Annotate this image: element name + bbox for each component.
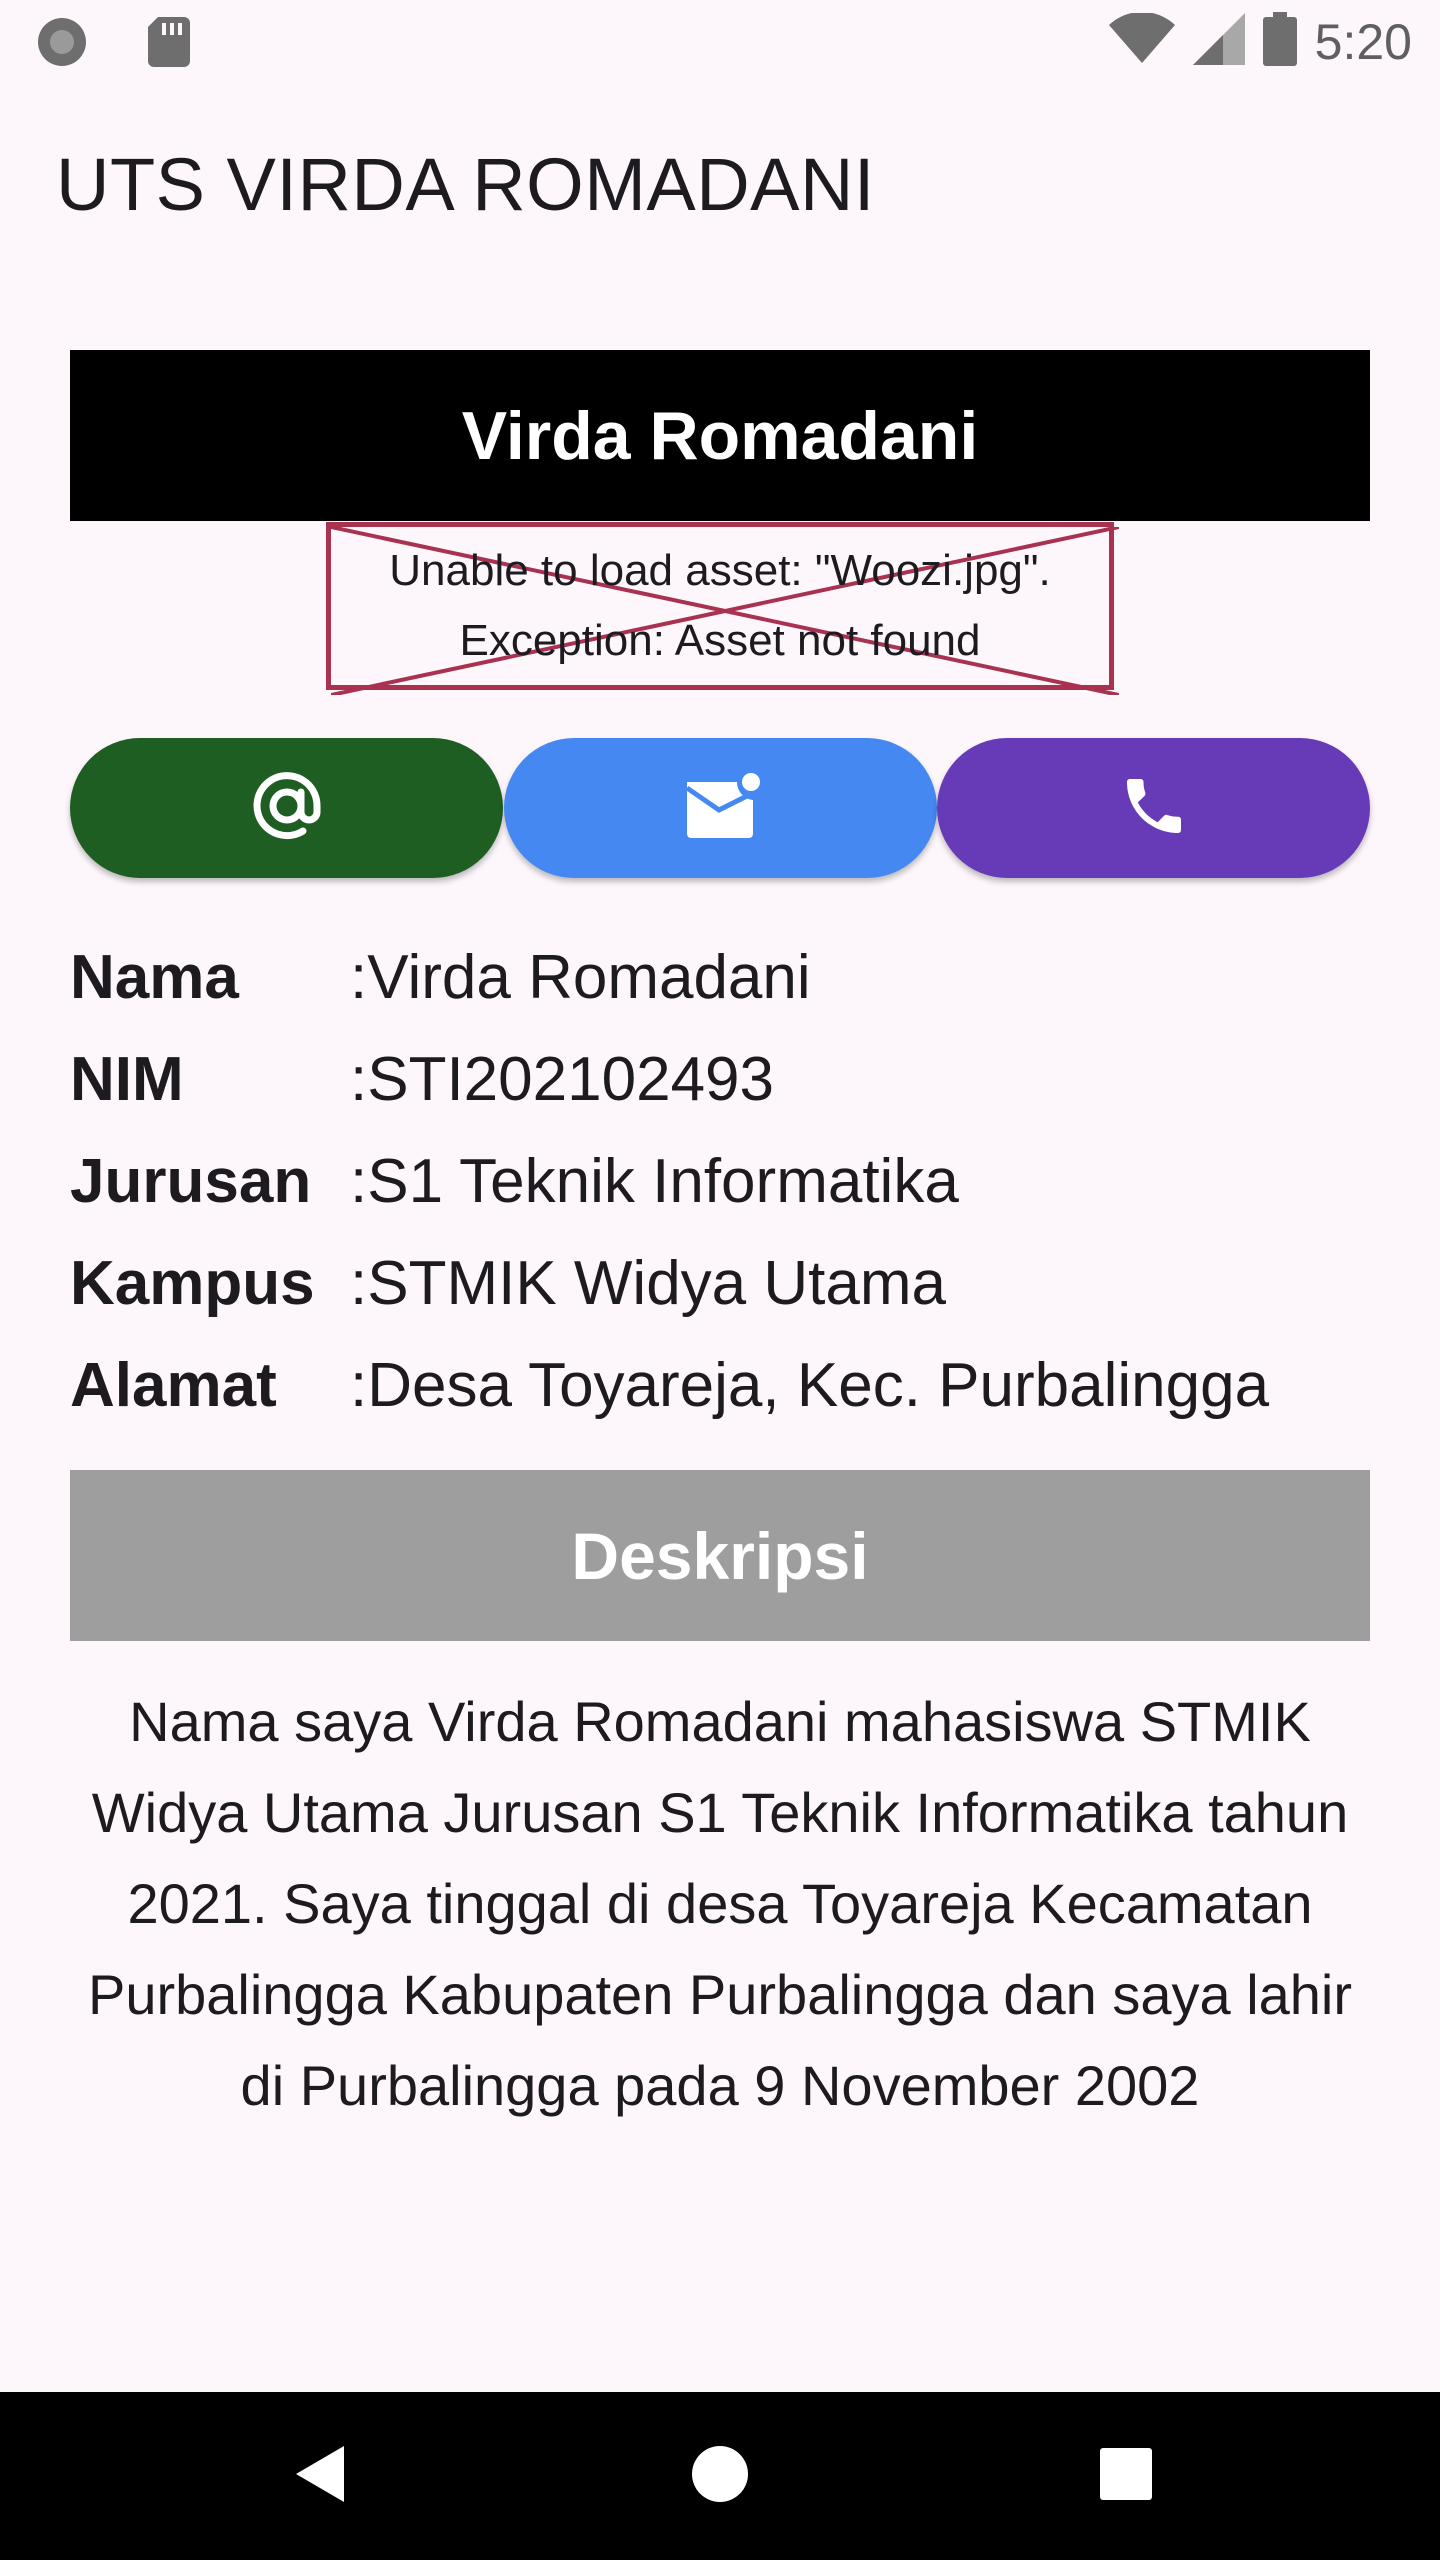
email-button[interactable] [504,738,937,878]
status-bar: 5:20 [0,0,1440,84]
info-label: Kampus [70,1248,315,1318]
image-error-message-line2: Exception: Asset not found [459,616,981,665]
info-label: NIM [70,1044,184,1114]
info-value: :S1 Teknik Informatika [350,1146,959,1216]
info-value: :STI202102493 [350,1044,775,1114]
contact-buttons [70,738,1370,878]
info-row-jurusan: Jurusan :S1 Teknik Informatika [70,1130,1269,1232]
info-label: Alamat [70,1350,277,1420]
info-row-nama: Nama :Virda Romadani [70,926,1269,1028]
info-label: Nama [70,942,239,1012]
back-icon [292,2444,348,2509]
info-label: Jurusan [70,1146,312,1216]
back-button[interactable] [260,2392,380,2560]
image-error-placeholder: Unable to load asset: "Woozi.jpg". Excep… [326,522,1119,695]
recents-icon [1099,2447,1153,2506]
app-bar: UTS VIRDA ROMADANI [0,84,1440,280]
phone-button[interactable] [937,738,1370,878]
name-banner: Virda Romadani [70,350,1370,521]
mail-icon [681,770,761,847]
wifi-icon [1108,11,1175,70]
home-button[interactable] [660,2392,780,2560]
info-value: :Desa Toyareja, Kec. Purbalingga [350,1350,1270,1420]
recents-button[interactable] [1066,2392,1186,2560]
battery-icon [1262,12,1297,71]
sd-card-icon [148,17,190,72]
description-text: Nama saya Virda Romadani mahasiswa STMIK… [87,1690,1353,2117]
image-error-message-line1: Unable to load asset: "Woozi.jpg". [389,546,1051,595]
at-sign-icon [247,766,327,851]
system-nav-bar [0,2392,1440,2560]
student-info: Nama :Virda Romadani NIM :STI202102493 J… [70,926,1269,1436]
page-title: UTS VIRDA ROMADANI [56,143,875,226]
info-value: :STMIK Widya Utama [350,1248,946,1318]
website-button[interactable] [70,738,503,878]
info-row-kampus: Kampus :STMIK Widya Utama [70,1232,1269,1334]
status-time: 5:20 [1314,13,1412,70]
signal-icon [1192,13,1245,70]
info-row-alamat: Alamat :Desa Toyareja, Kec. Purbalingga [70,1334,1269,1436]
info-value: :Virda Romadani [350,942,811,1012]
phone-icon [1118,770,1190,847]
info-row-nim: NIM :STI202102493 [70,1028,1269,1130]
record-icon [36,16,88,73]
description-header: Deskripsi [70,1470,1370,1641]
home-icon [690,2444,750,2509]
